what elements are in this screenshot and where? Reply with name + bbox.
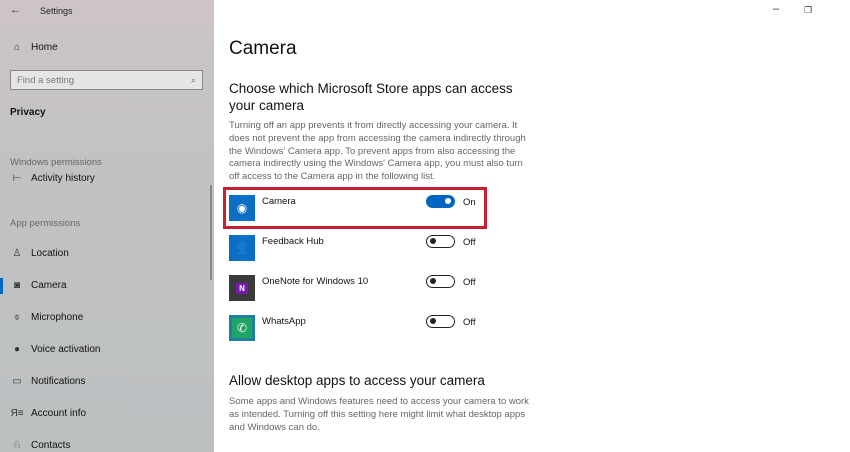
label: Camera [31, 280, 67, 291]
minimize-button[interactable]: – [773, 3, 779, 15]
desktop-apps-description: Some apps and Windows features need to a… [229, 396, 529, 433]
microphone-icon: ⌽ [14, 312, 20, 323]
search-placeholder: Find a setting [17, 74, 75, 86]
sidebar: ← Settings ⌂ Home Find a setting ⌕ Privac… [0, 0, 214, 452]
home-label: Home [31, 42, 58, 53]
camera-app-icon: ◉ [229, 195, 255, 221]
app-name: Feedback Hub [262, 236, 324, 247]
app-name: OneNote for Windows 10 [262, 276, 369, 287]
app-name: WhatsApp [262, 316, 306, 327]
sidebar-item-home[interactable]: ⌂ Home [10, 42, 58, 53]
whatsapp-icon: ✆ [229, 315, 255, 341]
search-icon: ⌕ [190, 74, 196, 85]
app-permissions-header: App permissions [10, 218, 81, 229]
sidebar-item-microphone[interactable]: ⌽ Microphone [10, 312, 83, 323]
highlight-box [223, 187, 487, 229]
sidebar-item-contacts[interactable]: ♘ Contacts [10, 440, 71, 451]
sidebar-item-voice-activation[interactable]: ● Voice activation [10, 344, 101, 355]
toggle-state: On [463, 197, 476, 208]
voice-icon: ● [13, 344, 21, 355]
location-icon: ♙ [12, 248, 22, 259]
label: Contacts [31, 440, 71, 451]
label: Location [31, 248, 69, 259]
sidebar-item-account-info[interactable]: Я≡ Account info [10, 408, 86, 419]
home-icon: ⌂ [13, 42, 21, 53]
camera-toggle[interactable] [426, 195, 455, 208]
label: Notifications [31, 376, 86, 387]
contacts-icon: ♘ [12, 440, 22, 451]
store-apps-description: Turning off an app prevents it from dire… [229, 120, 526, 183]
back-icon[interactable]: ← [10, 4, 21, 16]
store-apps-heading: Choose which Microsoft Store apps can ac… [229, 81, 513, 113]
sidebar-item-notifications[interactable]: ▭ Notifications [10, 376, 85, 387]
label: Microphone [31, 312, 84, 323]
toggle-state: Off [463, 277, 476, 288]
feedback-hub-toggle[interactable] [426, 235, 455, 248]
label: Account info [31, 408, 87, 419]
sidebar-item-camera[interactable]: ◙ Camera [10, 280, 67, 291]
restore-button[interactable]: ❐ [804, 5, 812, 16]
whatsapp-toggle[interactable] [426, 315, 455, 328]
sidebar-item-activity-history[interactable]: ⊢ Activity history [10, 173, 95, 184]
onenote-toggle[interactable] [426, 275, 455, 288]
scrollbar[interactable] [210, 185, 212, 280]
search-input[interactable]: Find a setting ⌕ [10, 70, 203, 90]
label: Voice activation [31, 344, 101, 355]
onenote-icon: N [229, 275, 255, 301]
feedback-hub-icon: 👤 [229, 235, 255, 261]
window-title: Settings [40, 6, 73, 16]
selected-indicator [0, 278, 3, 294]
sidebar-item-location[interactable]: ♙ Location [10, 248, 69, 259]
account-info-icon: Я≡ [10, 408, 24, 419]
windows-permissions-header: Windows permissions [10, 157, 102, 168]
toggle-state: Off [463, 237, 476, 248]
activity-history-label: Activity history [31, 173, 95, 184]
desktop-apps-heading: Allow desktop apps to access your camera [229, 373, 485, 388]
section-title: Privacy [10, 107, 46, 118]
app-name: Camera [262, 196, 296, 207]
page-title: Camera [229, 38, 297, 59]
toggle-state: Off [463, 317, 476, 328]
notifications-icon: ▭ [12, 376, 22, 387]
activity-history-icon: ⊢ [12, 173, 22, 184]
camera-icon: ◙ [13, 280, 21, 291]
